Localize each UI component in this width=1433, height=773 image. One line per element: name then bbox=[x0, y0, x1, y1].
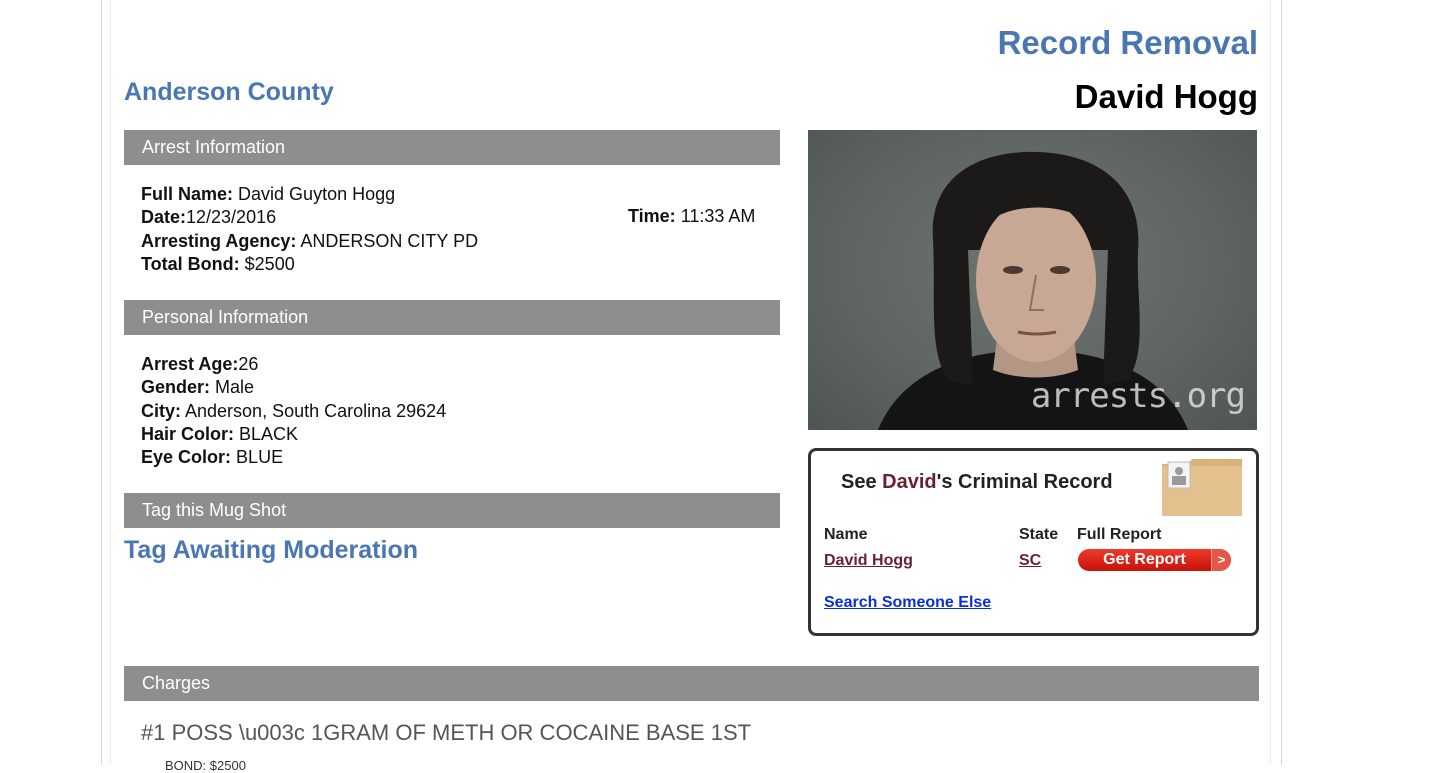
agency-value: ANDERSON CITY PD bbox=[300, 230, 479, 251]
city-value: Anderson, South Carolina 29624 bbox=[185, 400, 447, 421]
county-link[interactable]: Anderson County bbox=[124, 78, 334, 107]
agency-row: Arresting Agency: ANDERSON CITY PD bbox=[141, 230, 478, 253]
hair-value: BLACK bbox=[239, 423, 299, 444]
date-row: Date:12/23/2016 bbox=[141, 206, 478, 229]
record-title-prefix: See bbox=[841, 471, 883, 493]
arrest-info-block: Full Name: David Guyton Hogg Date:12/23/… bbox=[141, 183, 478, 276]
criminal-record-box: See David's Criminal Record Name State F… bbox=[808, 448, 1259, 636]
agency-label: Arresting Agency: bbox=[141, 230, 297, 251]
personal-info-header: Personal Information bbox=[124, 300, 780, 335]
age-row: Arrest Age:26 bbox=[141, 353, 446, 376]
criminal-record-title: See David's Criminal Record bbox=[841, 471, 1113, 494]
bond-row: Total Bond: $2500 bbox=[141, 253, 478, 276]
mugshot-photo: arrests.org bbox=[808, 130, 1257, 430]
folder-icon bbox=[1162, 459, 1242, 516]
col-state-header: State bbox=[1019, 526, 1059, 543]
record-state-link[interactable]: SC bbox=[1019, 552, 1041, 570]
col-name-header: Name bbox=[824, 526, 868, 543]
col-report-header: Full Report bbox=[1077, 526, 1162, 543]
full-name-row: Full Name: David Guyton Hogg bbox=[141, 183, 478, 206]
chevron-right-icon: > bbox=[1211, 549, 1231, 571]
date-value: 12/23/2016 bbox=[186, 207, 277, 228]
tag-status-text: Tag Awaiting Moderation bbox=[124, 536, 418, 564]
gender-row: Gender: Male bbox=[141, 376, 446, 399]
get-report-label: Get Report bbox=[1103, 551, 1186, 568]
gender-value: Male bbox=[215, 377, 255, 398]
age-value: 26 bbox=[238, 354, 259, 374]
charge-item-1: #1 POSS \u003c 1GRAM OF METH OR COCAINE … bbox=[141, 720, 752, 745]
hair-label: Hair Color: bbox=[141, 423, 235, 444]
charge-bond-1: BOND: $2500 bbox=[165, 758, 246, 773]
arrest-info-header: Arrest Information bbox=[124, 130, 780, 165]
time-label: Time: bbox=[628, 206, 676, 226]
person-name-heading: David Hogg bbox=[1074, 78, 1258, 115]
tag-mugshot-header[interactable]: Tag this Mug Shot bbox=[124, 493, 780, 528]
get-report-button[interactable]: Get Report > bbox=[1078, 549, 1231, 571]
search-someone-else-link[interactable]: Search Someone Else bbox=[824, 594, 991, 612]
eye-row: Eye Color: BLUE bbox=[141, 446, 446, 469]
personal-info-block: Arrest Age:26 Gender: Male City: Anderso… bbox=[141, 353, 446, 469]
bond-label: Total Bond: bbox=[141, 253, 240, 274]
full-name-label: Full Name: bbox=[141, 184, 234, 204]
eye-value: BLUE bbox=[236, 447, 284, 468]
city-label: City: bbox=[141, 400, 181, 421]
full-name-value: David Guyton Hogg bbox=[238, 184, 396, 204]
date-label: Date: bbox=[141, 207, 187, 228]
bond-value: $2500 bbox=[244, 253, 295, 274]
record-name-link[interactable]: David Hogg bbox=[824, 552, 913, 570]
hair-row: Hair Color: BLACK bbox=[141, 423, 446, 446]
charges-header: Charges bbox=[124, 666, 1259, 701]
city-row: City: Anderson, South Carolina 29624 bbox=[141, 400, 446, 423]
record-removal-link[interactable]: Record Removal bbox=[998, 24, 1258, 62]
time-value: 11:33 AM bbox=[680, 206, 756, 226]
record-title-first-name: David bbox=[882, 471, 937, 493]
arrests-org-watermark: arrests.org bbox=[1030, 376, 1246, 416]
eye-label: Eye Color: bbox=[141, 447, 232, 468]
age-label: Arrest Age: bbox=[141, 354, 239, 374]
gender-label: Gender: bbox=[141, 377, 211, 398]
time-row: Time: 11:33 AM bbox=[628, 206, 755, 227]
record-title-suffix: 's Criminal Record bbox=[936, 471, 1113, 493]
